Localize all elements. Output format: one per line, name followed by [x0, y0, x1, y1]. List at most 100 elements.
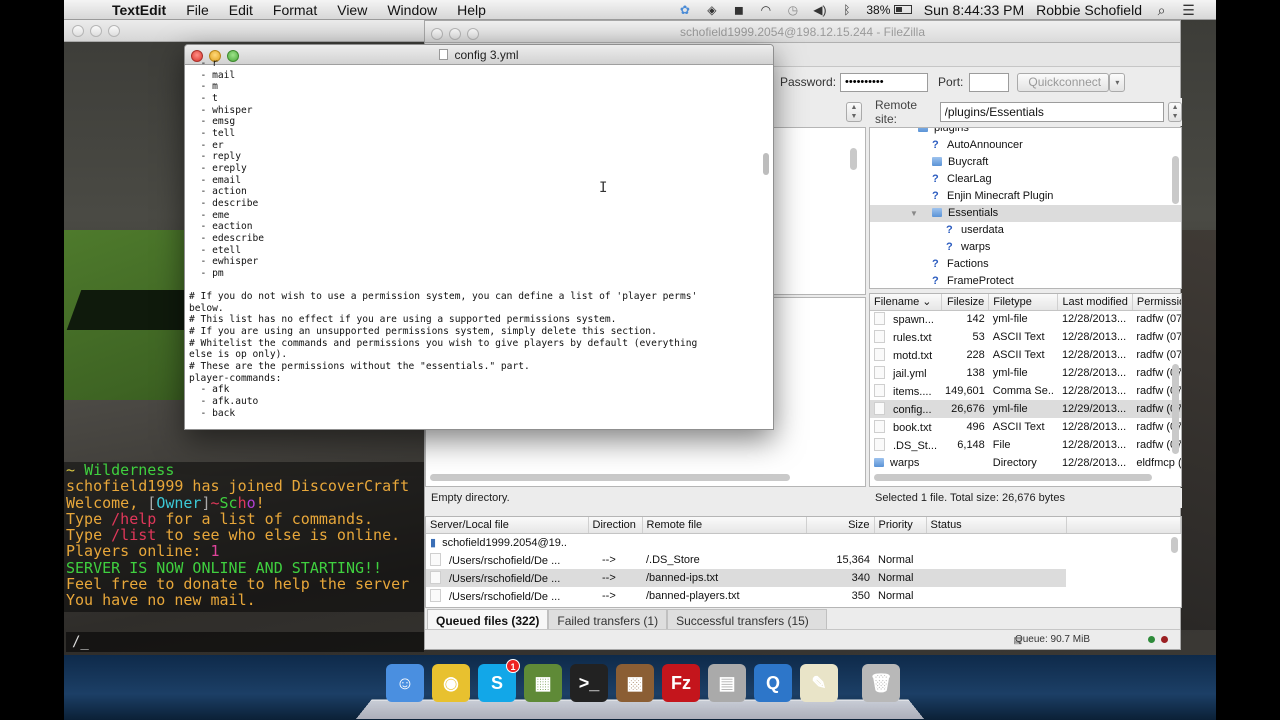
document-scrollbar[interactable]	[763, 153, 769, 175]
wifi-icon[interactable]: ◠	[758, 3, 773, 17]
quickconnect-dropdown[interactable]: ▾	[1109, 72, 1126, 92]
zoom-button[interactable]	[467, 28, 479, 40]
file-row[interactable]: config... 26,676 yml-file 12/29/2013... radf…	[870, 400, 1181, 418]
dock-minecraft-icon[interactable]: ▦	[524, 664, 562, 702]
queue-row[interactable]: /Users/rschofield/De ... --> /.DS_Store 15,…	[426, 551, 1181, 569]
tab-queued-files[interactable]: Queued files (322)	[427, 609, 549, 631]
menu-edit[interactable]: Edit	[229, 2, 253, 18]
file-row[interactable]: book.txt 496 ASCII Text 12/28/2013... radfw …	[870, 418, 1181, 436]
local-site-stepper[interactable]: ▲ ▼	[846, 102, 862, 122]
user-name[interactable]: Robbie Schofield	[1036, 2, 1142, 18]
queue-server-row[interactable]: ▮ schofield1999.2054@19..	[426, 533, 1181, 551]
tree-item[interactable]: ? warps	[870, 239, 1181, 256]
remote-file-list[interactable]: Filename ⌄ Filesize Filetype Last modifi…	[869, 293, 1182, 487]
dock-quicktime-icon[interactable]: Q	[754, 664, 792, 702]
file-row[interactable]: rules.txt 53 ASCII Text 12/28/2013... radfw …	[870, 328, 1181, 346]
disclosure-triangle-icon[interactable]: ▼	[910, 205, 918, 222]
password-field[interactable]	[840, 72, 929, 92]
chat-segment: Players online:	[66, 542, 211, 561]
tree-item[interactable]: ? ClearLag	[870, 171, 1181, 188]
queue-remote: /banned-players.txt	[646, 590, 740, 602]
dropbox-icon[interactable]: ◈	[704, 3, 719, 17]
dock-finder-icon[interactable]: ☺	[386, 664, 424, 702]
menu-format[interactable]: Format	[273, 2, 317, 18]
local-hscrollbar[interactable]	[430, 474, 790, 481]
tree-item[interactable]: ? AutoAnnouncer	[870, 137, 1181, 154]
file-row[interactable]: motd.txt 228 ASCII Text 12/28/2013... radfw …	[870, 346, 1181, 364]
queue-row[interactable]: /Users/rschofield/De ... --> /banned-playe…	[426, 587, 1181, 605]
dock-trash-icon[interactable]: 🗑	[862, 664, 900, 702]
remote-tree-scrollbar[interactable]	[1172, 156, 1179, 204]
chat-input[interactable]: /_	[66, 632, 424, 652]
sync-icon[interactable]: ✿	[677, 3, 692, 17]
volume-icon[interactable]: ◀)	[812, 3, 827, 17]
col-remote-file[interactable]: Remote file	[642, 517, 807, 534]
zoom-button[interactable]	[108, 25, 120, 37]
tree-item[interactable]: ▼ Essentials	[870, 205, 1181, 222]
file-row[interactable]: items.... 149,601 Comma Se.. 12/28/2013... r…	[870, 382, 1181, 400]
remote-hscrollbar[interactable]	[874, 474, 1152, 481]
menu-help[interactable]: Help	[457, 2, 486, 18]
remote-tree[interactable]: plugins? AutoAnnouncer Buycraft? ClearLag? E…	[869, 127, 1182, 289]
battery-icon[interactable]	[893, 4, 912, 14]
tab-failed-transfers[interactable]: Failed transfers (1)	[548, 609, 668, 631]
tree-item[interactable]: Buycraft	[870, 154, 1181, 171]
dock-textedit-icon[interactable]: ✎	[800, 664, 838, 702]
dock-filezilla-icon[interactable]: Fz	[662, 664, 700, 702]
col-status[interactable]: Status	[926, 517, 1067, 534]
file-row[interactable]: .DS_St...6,148File12/28/2013...radfw (07…	[870, 436, 1181, 454]
bluetooth-icon[interactable]: ᛒ	[839, 3, 854, 17]
file-row[interactable]: warps Directory 12/28/2013... eldfmcp (0.	[870, 454, 1181, 472]
battery-percent[interactable]: 38%	[866, 3, 890, 17]
remote-site-input[interactable]	[939, 102, 1165, 122]
col-last-modified[interactable]: Last modified	[1057, 294, 1133, 311]
dock-terminal-icon[interactable]: >_	[570, 664, 608, 702]
document-text[interactable]: - r - mail - m - t - whisper - emsg - te…	[185, 57, 759, 429]
col-filesize[interactable]: Filesize	[941, 294, 990, 311]
menu-view[interactable]: View	[337, 2, 367, 18]
close-button[interactable]	[431, 28, 443, 40]
time-machine-icon[interactable]: ◷	[785, 3, 800, 17]
dock-crafting-table-icon[interactable]: ▩	[616, 664, 654, 702]
minimize-button[interactable]	[90, 25, 102, 37]
minimize-button[interactable]	[449, 28, 461, 40]
local-tree-scrollbar[interactable]	[850, 148, 857, 170]
tab-successful-transfers[interactable]: Successful transfers (15)	[667, 609, 828, 631]
list-icon[interactable]: ☰	[1181, 3, 1196, 17]
evernote-icon[interactable]: ◼	[731, 3, 746, 17]
col-permissions[interactable]: Permissions	[1132, 294, 1181, 311]
col-direction[interactable]: Direction	[588, 517, 643, 534]
menu-app-name[interactable]: TextEdit	[112, 2, 166, 18]
menu-file[interactable]: File	[186, 2, 209, 18]
dock-skype-icon[interactable]: S1	[478, 659, 520, 702]
tree-item[interactable]: ? userdata	[870, 222, 1181, 239]
chat-line: Welcome, [Owner]~Scho!	[66, 494, 424, 511]
search-icon[interactable]: ⌕	[1154, 3, 1169, 17]
queue-scrollbar[interactable]	[1171, 537, 1178, 553]
dock-chrome-icon[interactable]: ◉	[432, 664, 470, 702]
remote-list-scrollbar[interactable]	[1172, 364, 1179, 454]
port-field[interactable]	[969, 72, 1010, 92]
close-button[interactable]	[72, 25, 84, 37]
queue-row[interactable]: /Users/rschofield/De ... -->/banned-ips.t…	[426, 569, 1181, 587]
col-priority[interactable]: Priority	[874, 517, 927, 534]
queue-priority: Normal	[878, 554, 914, 566]
unknown-folder-icon: ?	[932, 258, 939, 270]
transfer-queue[interactable]: Server/Local file Direction Remote file …	[425, 516, 1182, 608]
tree-item[interactable]: ? Factions	[870, 256, 1181, 273]
tree-item[interactable]: plugins	[870, 128, 1181, 137]
col-filename[interactable]: Filename ⌄	[870, 294, 942, 311]
col-filetype[interactable]: Filetype	[988, 294, 1059, 311]
menu-window[interactable]: Window	[387, 2, 437, 18]
col-size[interactable]: Size	[806, 517, 875, 534]
quickconnect-button[interactable]: Quickconnect	[1017, 72, 1110, 92]
clock[interactable]: Sun 8:44:33 PM	[924, 2, 1024, 18]
col-server-local[interactable]: Server/Local file	[426, 517, 589, 534]
tree-item[interactable]: ? Enjin Minecraft Plugin	[870, 188, 1181, 205]
remote-site-stepper[interactable]: ▲ ▼	[1168, 102, 1182, 122]
game-rail	[1180, 230, 1216, 630]
dock-calculator-icon[interactable]: ▤	[708, 664, 746, 702]
tree-item[interactable]: ? FrameProtect	[870, 273, 1181, 288]
file-row[interactable]: jail.yml138yml-file12/28/2013...radfw (0…	[870, 364, 1181, 382]
file-row[interactable]: spawn... 142 yml-file 12/28/2013... radfw (0…	[870, 310, 1181, 328]
